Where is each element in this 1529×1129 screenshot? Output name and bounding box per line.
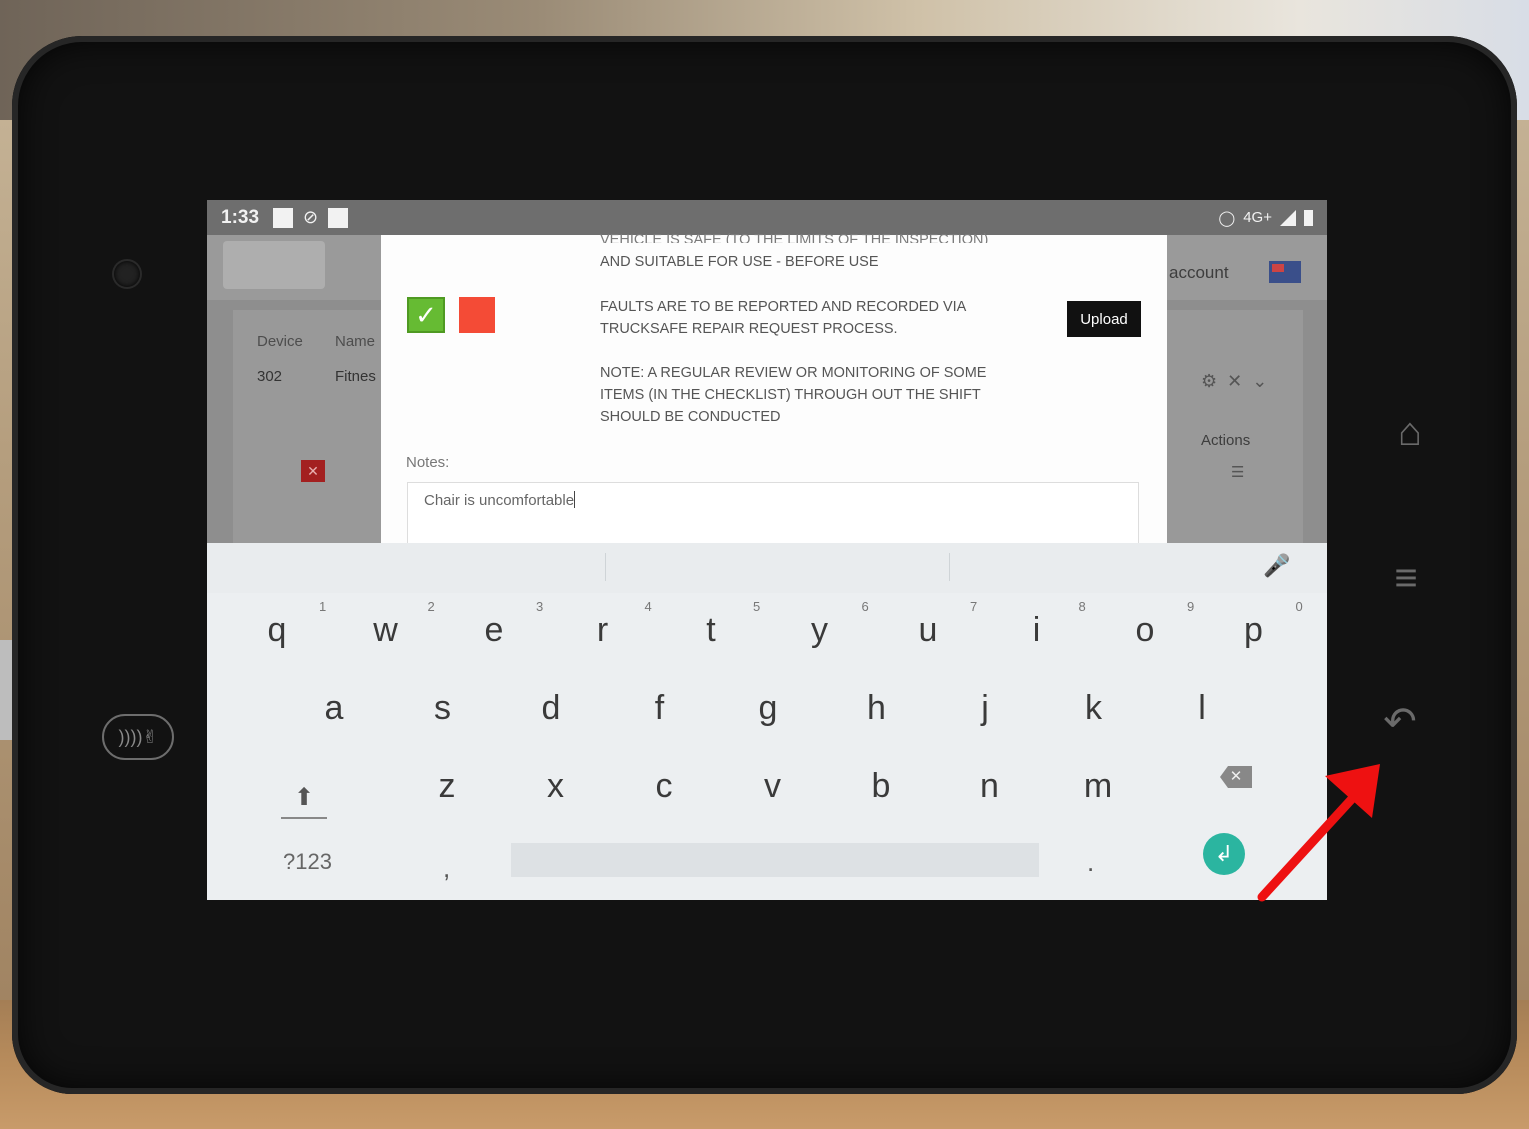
key-x[interactable]: x — [526, 761, 586, 811]
key-c[interactable]: c — [634, 761, 694, 811]
key-b[interactable]: b — [851, 761, 911, 811]
notes-label: Notes: — [406, 454, 450, 471]
enter-return-icon[interactable]: ↲ — [1203, 833, 1245, 875]
table-header-actions: Actions — [1201, 432, 1251, 449]
key-a[interactable]: a — [304, 683, 364, 733]
key-hint-number: 0 — [1295, 599, 1303, 614]
back-arrow-icon[interactable]: ↶ — [1370, 702, 1430, 742]
tablet-screen: 1:33 ⊘ ◯ 4G+ account Device Name 302 Fit… — [207, 200, 1327, 900]
key-hint-number: 4 — [644, 599, 652, 614]
modal-text-line: ITEMS (IN THE CHECKLIST) THROUGH OUT THE… — [600, 387, 981, 403]
suggestion-divider — [949, 553, 950, 581]
key-f[interactable]: f — [630, 683, 690, 733]
accept-checkmark-button[interactable]: ✓ — [407, 297, 445, 333]
key-z[interactable]: z — [417, 761, 477, 811]
space-key[interactable] — [511, 843, 1039, 877]
key-h[interactable]: h — [847, 683, 907, 733]
key-hint-number: 7 — [970, 599, 978, 614]
modal-text-cut: VEHICLE IS SAFE (TO THE LIMITS OF THE IN… — [600, 232, 989, 243]
checkmark-icon: ✓ — [415, 300, 437, 330]
modal-text-line: NOTE: A REGULAR REVIEW OR MONITORING OF … — [600, 365, 987, 381]
key-y[interactable]: y — [790, 605, 850, 655]
status-time: 1:33 — [221, 206, 260, 228]
close-icon[interactable]: ✕ — [301, 460, 325, 482]
key-i[interactable]: i — [1007, 605, 1067, 655]
modal-text-line: FAULTS ARE TO BE REPORTED AND RECORDED V… — [600, 299, 967, 315]
upload-button[interactable]: Upload — [1067, 301, 1141, 337]
period-key[interactable]: . — [1087, 847, 1094, 878]
key-o[interactable]: o — [1115, 605, 1175, 655]
key-hint-number: 5 — [753, 599, 761, 614]
camera-icon — [114, 261, 140, 287]
shift-indicator — [281, 817, 327, 819]
key-hint-number: 3 — [536, 599, 544, 614]
key-l[interactable]: l — [1172, 683, 1232, 733]
nfc-contactless-icon: ))))✌ — [102, 714, 174, 760]
notification-icon — [273, 207, 294, 228]
modal-text-line: AND SUITABLE FOR USE - BEFORE USE — [600, 254, 879, 270]
key-hint-number: 6 — [861, 599, 869, 614]
key-hint-number: 1 — [319, 599, 327, 614]
signal-icon — [1280, 209, 1296, 226]
shift-arrow-icon[interactable]: ⬆ — [279, 773, 329, 823]
modal-text-line: SHOULD BE CONDUCTED — [600, 409, 781, 425]
key-n[interactable]: n — [960, 761, 1020, 811]
table-cell-name: Fitnes — [335, 368, 376, 385]
text-caret — [574, 491, 576, 508]
key-hint-number: 9 — [1187, 599, 1195, 614]
key-p[interactable]: p — [1224, 605, 1284, 655]
modal-text-line: TRUCKSAFE REPAIR REQUEST PROCESS. — [600, 321, 898, 337]
key-s[interactable]: s — [413, 683, 473, 733]
flag-icon[interactable] — [1269, 261, 1301, 283]
key-hint-number: 2 — [427, 599, 435, 614]
account-link[interactable]: account — [1169, 263, 1229, 283]
key-q[interactable]: q — [247, 605, 307, 655]
key-hint-number: 8 — [1078, 599, 1086, 614]
network-type: 4G+ — [1243, 209, 1272, 226]
reject-button[interactable] — [459, 297, 495, 333]
row-menu-icon[interactable]: ☰ — [1231, 463, 1244, 481]
checklist-modal: VEHICLE IS SAFE (TO THE LIMITS OF THE IN… — [381, 232, 1167, 562]
microphone-icon[interactable]: 🎤 — [1263, 553, 1290, 579]
key-t[interactable]: t — [681, 605, 741, 655]
key-k[interactable]: k — [1064, 683, 1124, 733]
key-e[interactable]: e — [464, 605, 524, 655]
backspace-icon[interactable]: ✕ — [1220, 766, 1252, 788]
key-w[interactable]: w — [356, 605, 416, 655]
table-cell-device: 302 — [257, 368, 283, 385]
soft-keyboard: 🎤 q1 w2 e3 r4 t5 y6 u7 i8 o9 p0 asdfghjkl zxcvbnm ⬆… — [207, 543, 1327, 900]
battery-icon — [1304, 209, 1313, 226]
comma-key[interactable]: , — [443, 853, 450, 884]
notification-icon — [328, 207, 349, 228]
app-logo — [223, 241, 325, 289]
table-header-name[interactable]: Name — [335, 333, 375, 350]
key-m[interactable]: m — [1068, 761, 1128, 811]
row-controls[interactable]: ⚙✕⌄ — [1201, 371, 1277, 392]
key-j[interactable]: j — [955, 683, 1015, 733]
key-d[interactable]: d — [521, 683, 581, 733]
table-header-device[interactable]: Device — [257, 333, 303, 350]
suggestion-divider — [605, 553, 606, 581]
key-g[interactable]: g — [738, 683, 798, 733]
home-icon[interactable]: ⌂ — [1380, 412, 1440, 452]
key-r[interactable]: r — [573, 605, 633, 655]
key-u[interactable]: u — [898, 605, 958, 655]
suggestion-strip: 🎤 — [207, 543, 1327, 593]
key-v[interactable]: v — [743, 761, 803, 811]
symbols-key[interactable]: ?123 — [283, 849, 332, 875]
do-not-disturb-icon: ⊘ — [303, 207, 319, 227]
menu-icon[interactable]: ≡ — [1376, 558, 1436, 598]
location-icon: ◯ — [1218, 209, 1236, 227]
notes-value: Chair is uncomfortable — [424, 492, 575, 509]
